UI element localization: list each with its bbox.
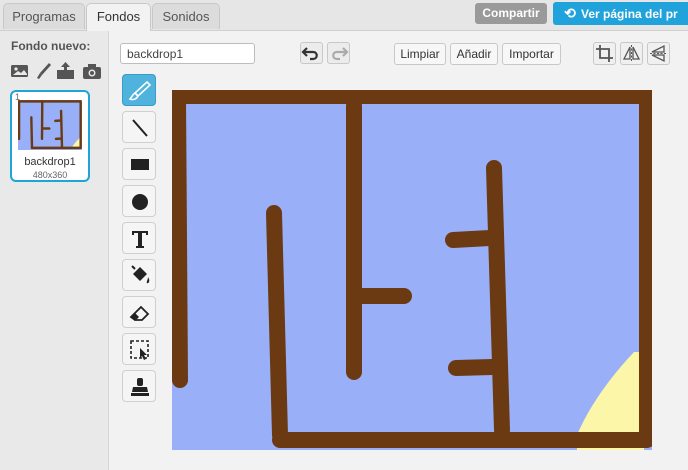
text-icon: [132, 231, 148, 248]
select-icon: [130, 340, 149, 360]
flip-horizontal-icon: [622, 45, 641, 62]
undo-button[interactable]: [300, 42, 323, 64]
backdrop-name: backdrop1: [24, 156, 76, 168]
add-button[interactable]: Añadir: [450, 43, 498, 65]
paint-brush-icon[interactable]: [34, 61, 54, 81]
backdrop-size: 480x360: [32, 170, 68, 180]
project-page-label: Ver página del pr: [581, 7, 678, 21]
camera-icon[interactable]: [82, 61, 102, 81]
backdrop-name-input[interactable]: [120, 43, 255, 64]
paint-toolbar: [120, 74, 160, 409]
clear-button[interactable]: Limpiar: [394, 43, 446, 65]
fill-icon: [131, 265, 150, 284]
undo-icon: [301, 47, 318, 61]
tab-bar: Programas Fondos Sonidos Compartir ⟲ Ver …: [0, 0, 688, 31]
maze-bottom-left-area: [172, 385, 282, 450]
redo-icon: [332, 47, 349, 61]
share-button[interactable]: Compartir: [475, 3, 547, 24]
refresh-icon: ⟲: [564, 5, 576, 21]
rectangle-icon: [131, 159, 149, 170]
stamp-icon: [131, 378, 149, 396]
flip-vertical-button[interactable]: [647, 42, 670, 65]
tab-sonidos[interactable]: Sonidos: [152, 3, 220, 29]
project-page-button[interactable]: ⟲ Ver página del pr: [553, 2, 688, 25]
stamp-tool[interactable]: [122, 370, 156, 402]
image-library-icon[interactable]: [10, 61, 30, 81]
maze-drawing: [172, 90, 652, 450]
eraser-icon: [129, 305, 150, 321]
line-icon: [132, 119, 148, 137]
tab-programas[interactable]: Programas: [3, 3, 85, 29]
eraser-tool[interactable]: [122, 296, 156, 328]
brush-icon: [128, 80, 152, 101]
line-tool[interactable]: [122, 111, 156, 143]
paint-canvas[interactable]: [172, 90, 652, 450]
crop-icon: [596, 45, 613, 62]
text-tool[interactable]: [122, 222, 156, 254]
new-backdrop-label: Fondo nuevo:: [11, 39, 91, 53]
ellipse-icon: [132, 194, 148, 210]
backdrop-list-panel: Fondo nuevo: 1 backdrop1 480x360: [0, 31, 109, 470]
rectangle-tool[interactable]: [122, 148, 156, 180]
crop-button[interactable]: [593, 42, 616, 65]
select-tool[interactable]: [122, 333, 156, 365]
backdrop-thumbnail[interactable]: 1 backdrop1 480x360: [10, 90, 90, 182]
backdrop-preview: [18, 100, 82, 150]
fill-tool[interactable]: [122, 259, 156, 291]
tab-fondos[interactable]: Fondos: [86, 3, 151, 31]
ellipse-tool[interactable]: [122, 185, 156, 217]
flip-vertical-icon: [650, 44, 667, 63]
new-backdrop-tools: [10, 61, 104, 81]
flip-horizontal-button[interactable]: [620, 42, 643, 65]
import-button[interactable]: Importar: [502, 43, 561, 65]
redo-button[interactable]: [327, 42, 350, 64]
brush-tool[interactable]: [122, 74, 156, 106]
upload-icon[interactable]: [56, 61, 76, 81]
